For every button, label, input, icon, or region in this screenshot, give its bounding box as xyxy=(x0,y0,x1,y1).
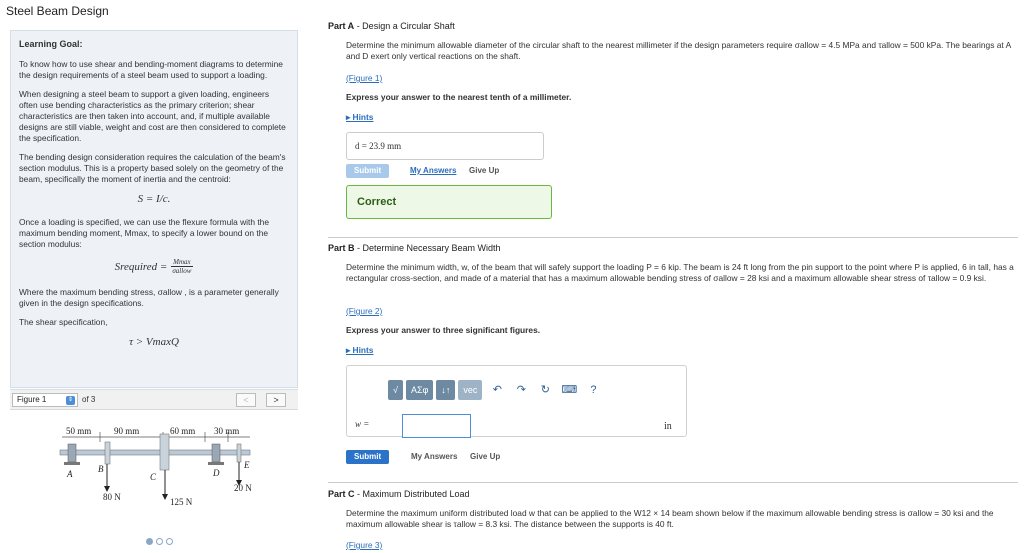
templates-icon: √ xyxy=(393,385,398,395)
figure-panel: Figure 1 ⇕ of 3 < > 50 mm 90 mm 60 mm 30… xyxy=(10,389,298,553)
part-a-title: Part A - Design a Circular Shaft xyxy=(328,21,455,31)
dim-label: 90 mm xyxy=(114,426,139,436)
part-c-figure-link[interactable]: (Figure 3) xyxy=(346,540,382,550)
learning-goal-heading: Learning Goal: xyxy=(19,39,83,49)
figure-count: of 3 xyxy=(82,395,96,404)
part-a-hints[interactable]: ▸ Hints xyxy=(346,112,373,122)
dim-label: 50 mm xyxy=(66,426,91,436)
formula-denominator: σallow xyxy=(172,267,192,275)
part-b-my-answers[interactable]: My Answers xyxy=(411,452,457,461)
part-a-text: Determine the minimum allowable diameter… xyxy=(346,40,1011,61)
undo-icon[interactable]: ↶ xyxy=(488,380,506,400)
shaft-diagram: 50 mm 90 mm 60 mm 30 mm A B C D E 80 N 1… xyxy=(59,426,252,507)
figure-pagination xyxy=(146,538,173,545)
w-answer-input[interactable] xyxy=(402,414,471,438)
hints-label: Hints xyxy=(352,345,374,355)
greek-button[interactable]: ΑΣφ xyxy=(405,380,434,400)
part-b-give-up[interactable]: Give Up xyxy=(470,452,500,461)
gear-c xyxy=(159,433,170,471)
part-b-editor: √ ΑΣφ ↓↑ vec ↶ ↷ ↻ ⌨ ? w = xyxy=(346,365,687,438)
dim-label: 30 mm xyxy=(214,426,239,436)
pulley-b xyxy=(104,441,111,465)
part-b-hints[interactable]: ▸ Hints xyxy=(346,345,373,355)
shaft xyxy=(59,449,251,456)
point-label: E xyxy=(243,460,250,470)
w-variable-label: w = xyxy=(355,419,370,429)
load-label: 20 N xyxy=(234,483,252,493)
arrows-button[interactable]: ↓↑ xyxy=(436,380,456,400)
part-a-figure-link[interactable]: (Figure 1) xyxy=(346,73,382,83)
part-c-name: - Maximum Distributed Load xyxy=(354,489,470,499)
goal-paragraph-3: The bending design consideration require… xyxy=(19,152,286,184)
part-c-title: Part C - Maximum Distributed Load xyxy=(328,489,470,499)
part-a-submit-button[interactable]: Submit xyxy=(346,164,390,178)
point-label: D xyxy=(212,468,220,478)
part-a-my-answers[interactable]: My Answers xyxy=(410,166,456,175)
bearing-a xyxy=(67,443,77,463)
part-a-feedback: Correct xyxy=(346,185,552,219)
goal-paragraph-6: The shear specification, xyxy=(19,317,108,327)
bearing-d xyxy=(211,443,221,463)
hints-label: Hints xyxy=(352,112,374,122)
keyboard-icon[interactable]: ⌨ xyxy=(560,380,578,400)
app-title: Steel Beam Design xyxy=(6,4,109,18)
formula-lhs: Srequired = xyxy=(114,260,168,273)
section-modulus-formula: S = I/c. xyxy=(137,193,171,205)
goal-paragraph-2: When designing a steel beam to support a… xyxy=(19,89,286,143)
part-a-name: - Design a Circular Shaft xyxy=(354,21,455,31)
shear-formula: τ > VmaxQ xyxy=(129,336,179,348)
divider xyxy=(328,237,1018,238)
vec-button[interactable]: vec xyxy=(458,380,483,400)
point-label: C xyxy=(150,472,157,482)
part-a-answer: d = 23.9 mm xyxy=(346,132,544,160)
figure-toolbar: Figure 1 ⇕ of 3 < > xyxy=(10,390,298,410)
divider xyxy=(328,482,1018,483)
required-modulus-formula: Srequired = Mmax σallow xyxy=(19,258,289,275)
goal-paragraph-5: Where the maximum bending stress, σallow… xyxy=(19,287,279,308)
unit-label: in xyxy=(664,421,672,432)
part-b-label: Part B xyxy=(328,243,355,253)
load-arrow-c xyxy=(162,494,168,500)
point-label: A xyxy=(66,469,73,479)
load-label: 80 N xyxy=(103,492,121,502)
help-icon[interactable]: ? xyxy=(584,380,602,400)
pulley-e xyxy=(236,443,242,463)
part-b-title: Part B - Determine Necessary Beam Width xyxy=(328,243,501,253)
math-toolbar: √ ΑΣφ ↓↑ vec ↶ ↷ ↻ ⌨ ? xyxy=(388,380,602,400)
part-b-name: - Determine Necessary Beam Width xyxy=(354,243,501,253)
goal-paragraph-1: To know how to use shear and bending-mom… xyxy=(19,59,283,80)
bearing-a-base xyxy=(64,462,80,465)
reset-icon[interactable]: ↻ xyxy=(536,380,554,400)
goal-paragraph-4: Once a loading is specified, we can use … xyxy=(19,217,269,249)
dim-label: 60 mm xyxy=(170,426,195,436)
redo-icon[interactable]: ↷ xyxy=(512,380,530,400)
figure-next-button[interactable]: > xyxy=(266,393,286,407)
learning-goal-panel: Learning Goal: To know how to use shear … xyxy=(10,30,298,388)
part-c-label: Part C xyxy=(328,489,355,499)
part-b-text: Determine the minimum width, w, of the b… xyxy=(346,262,1014,283)
formula-fraction: Mmax σallow xyxy=(170,258,193,275)
figure-select-value: Figure 1 xyxy=(17,395,47,404)
load-label: 125 N xyxy=(170,497,193,507)
point-label: B xyxy=(98,464,104,474)
part-b-figure-link[interactable]: (Figure 2) xyxy=(346,306,382,316)
figure-prev-button[interactable]: < xyxy=(236,393,256,407)
figure-select[interactable]: Figure 1 ⇕ xyxy=(12,393,78,407)
templates-button[interactable]: √ xyxy=(388,380,403,400)
part-b-submit-button[interactable]: Submit xyxy=(346,450,390,464)
main-content: Part A - Design a Circular Shaft Determi… xyxy=(326,0,1024,553)
part-a-instruction: Express your answer to the nearest tenth… xyxy=(346,92,572,102)
page-dot[interactable] xyxy=(146,538,153,545)
page-dot[interactable] xyxy=(166,538,173,545)
part-a-give-up[interactable]: Give Up xyxy=(469,166,499,175)
bearing-d-base xyxy=(208,462,224,465)
part-c-text: Determine the maximum uniform distribute… xyxy=(346,508,994,529)
part-b-instruction: Express your answer to three significant… xyxy=(346,325,541,335)
formula-numerator: Mmax xyxy=(171,258,193,267)
part-a-label: Part A xyxy=(328,21,355,31)
select-arrow-icon: ⇕ xyxy=(66,396,75,405)
page-dot[interactable] xyxy=(156,538,163,545)
